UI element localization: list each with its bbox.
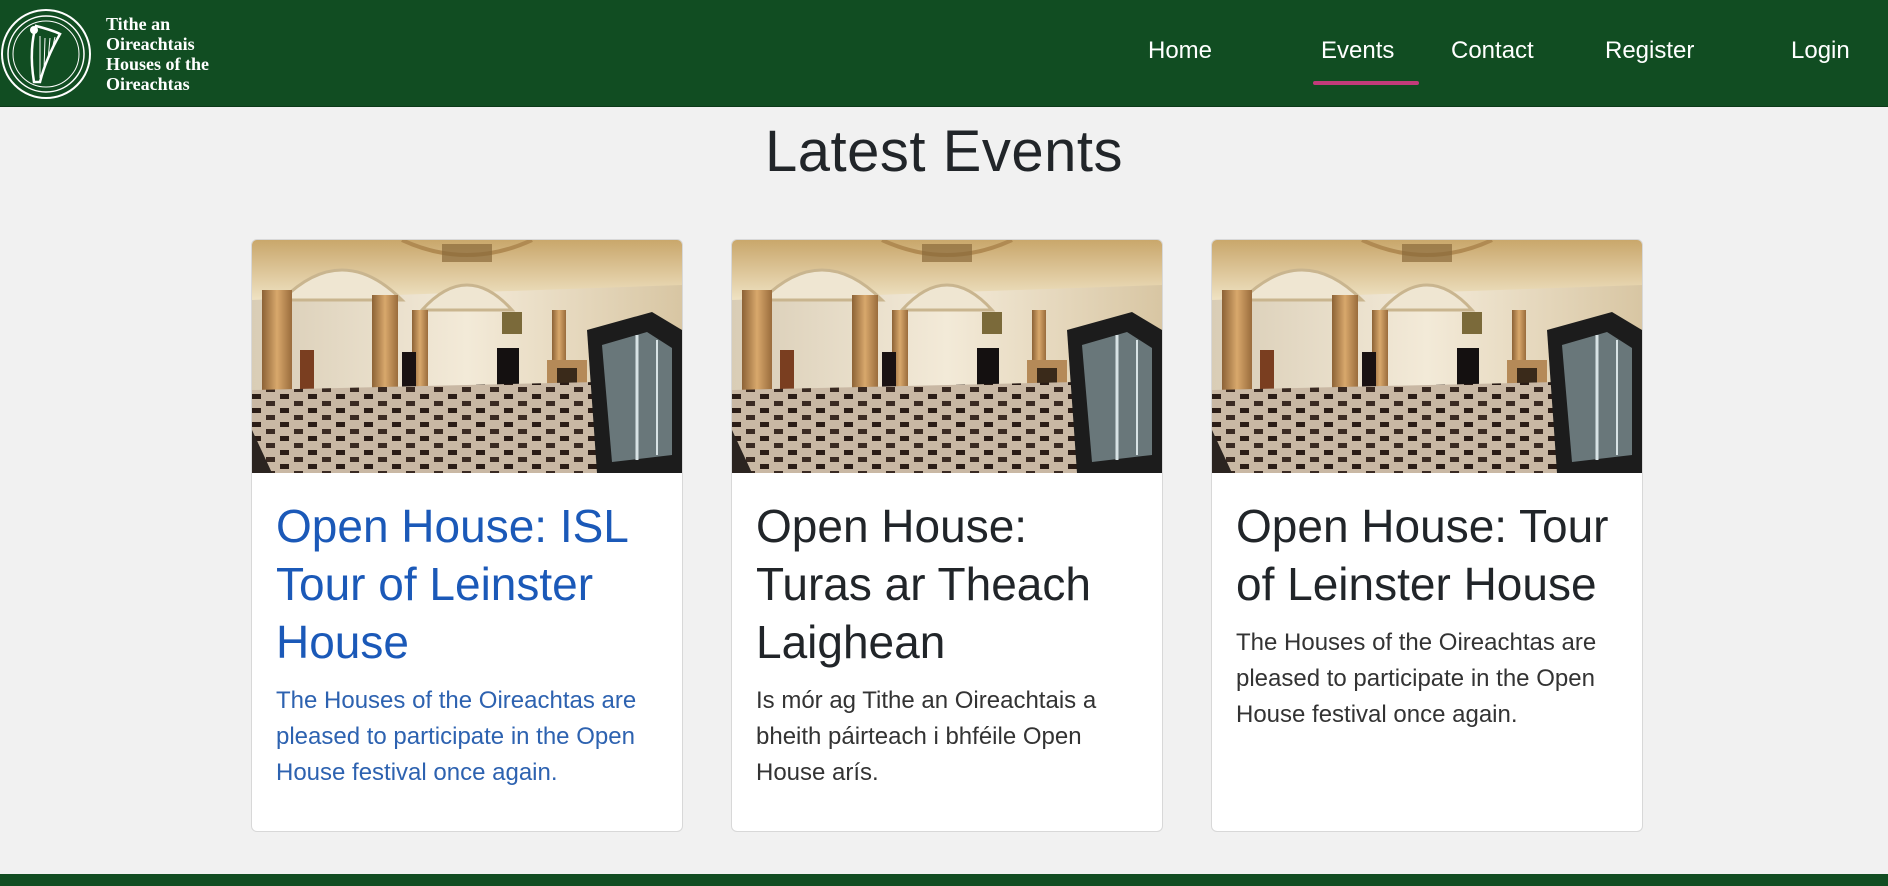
- nav-events-link[interactable]: Events: [1321, 34, 1394, 68]
- event-card[interactable]: Open House: ISL Tour of Leinster House T…: [251, 239, 683, 832]
- event-card-description: The Houses of the Oireachtas are pleased…: [1236, 629, 1597, 728]
- event-card-description: Is mór ag Tithe an Oireachtais a bheith …: [756, 687, 1097, 786]
- nav-login-link[interactable]: Login: [1791, 34, 1850, 68]
- event-card-title[interactable]: Open House: Tour of Leinster House: [1236, 497, 1618, 613]
- event-card-description: The Houses of the Oireachtas are pleased…: [276, 687, 637, 786]
- event-card-title[interactable]: Open House: Turas ar Theach Laighean: [756, 497, 1138, 671]
- nav-register-link[interactable]: Register: [1605, 34, 1694, 68]
- event-card-image[interactable]: [1212, 240, 1642, 473]
- event-card-title[interactable]: Open House: ISL Tour of Leinster House: [276, 497, 658, 671]
- logo-line-4: Oireachtas: [106, 74, 190, 94]
- logo-line-2: Oireachtais: [106, 34, 195, 54]
- site-footer: [0, 874, 1888, 886]
- event-card-body: Open House: Turas ar Theach Laighean Is …: [732, 473, 1162, 791]
- event-card-image[interactable]: [252, 240, 682, 473]
- logo-line-1: Tithe an: [106, 14, 171, 34]
- event-card-body: Open House: Tour of Leinster House The H…: [1212, 473, 1642, 733]
- site-header: Tithe an Oireachtais Houses of the Oirea…: [0, 0, 1888, 107]
- event-card[interactable]: Open House: Tour of Leinster House The H…: [1211, 239, 1643, 832]
- page-title: Latest Events: [765, 119, 1123, 184]
- nav-contact-link[interactable]: Contact: [1451, 34, 1534, 68]
- event-card[interactable]: Open House: Turas ar Theach Laighean Is …: [731, 239, 1163, 832]
- logo-line-3: Houses of the: [106, 54, 209, 74]
- nav-home-link[interactable]: Home: [1148, 34, 1212, 68]
- logo-wordmark: Tithe an Oireachtais Houses of the Oirea…: [106, 14, 209, 94]
- event-card-image[interactable]: [732, 240, 1162, 473]
- site-logo[interactable]: Tithe an Oireachtais Houses of the Oirea…: [0, 8, 209, 100]
- event-card-body: Open House: ISL Tour of Leinster House T…: [252, 473, 682, 791]
- harp-emblem-icon: [1, 9, 91, 99]
- active-nav-indicator: [1313, 81, 1419, 85]
